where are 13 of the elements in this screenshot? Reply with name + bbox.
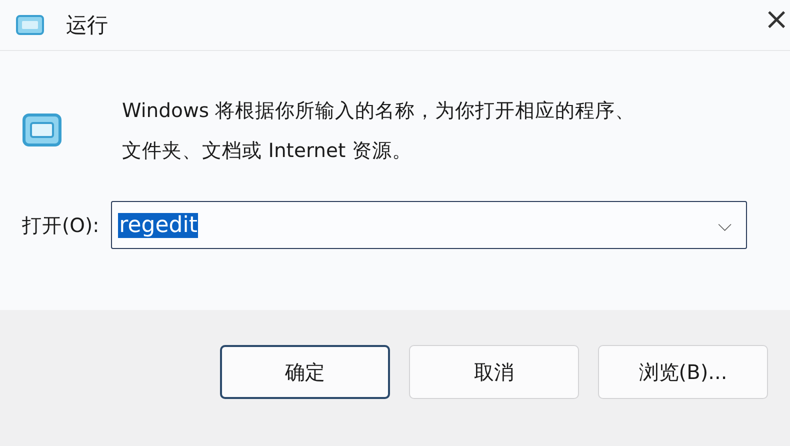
dialog-button[interactable]: 确定 xyxy=(220,345,390,399)
description-text: 文件夹、文档或 Internet 资源。 xyxy=(122,138,413,164)
open-label: 打开(O): xyxy=(22,212,100,238)
window-title: 运行 xyxy=(66,12,108,39)
run-icon xyxy=(22,113,62,147)
dialog-button[interactable]: 浏览(B)... xyxy=(598,345,768,399)
description-text: Windows 将根据你所输入的名称，为你打开相应的程序、 xyxy=(122,98,636,124)
input-text: regedit xyxy=(118,212,198,238)
open-combo-box[interactable]: regedit ⌵ xyxy=(111,201,748,249)
close-button[interactable]: × xyxy=(764,2,790,36)
dialog-button[interactable]: 取消 xyxy=(409,345,579,399)
run-app-icon xyxy=(16,15,44,35)
dropdown-chevron[interactable]: ⌵ xyxy=(718,214,732,236)
